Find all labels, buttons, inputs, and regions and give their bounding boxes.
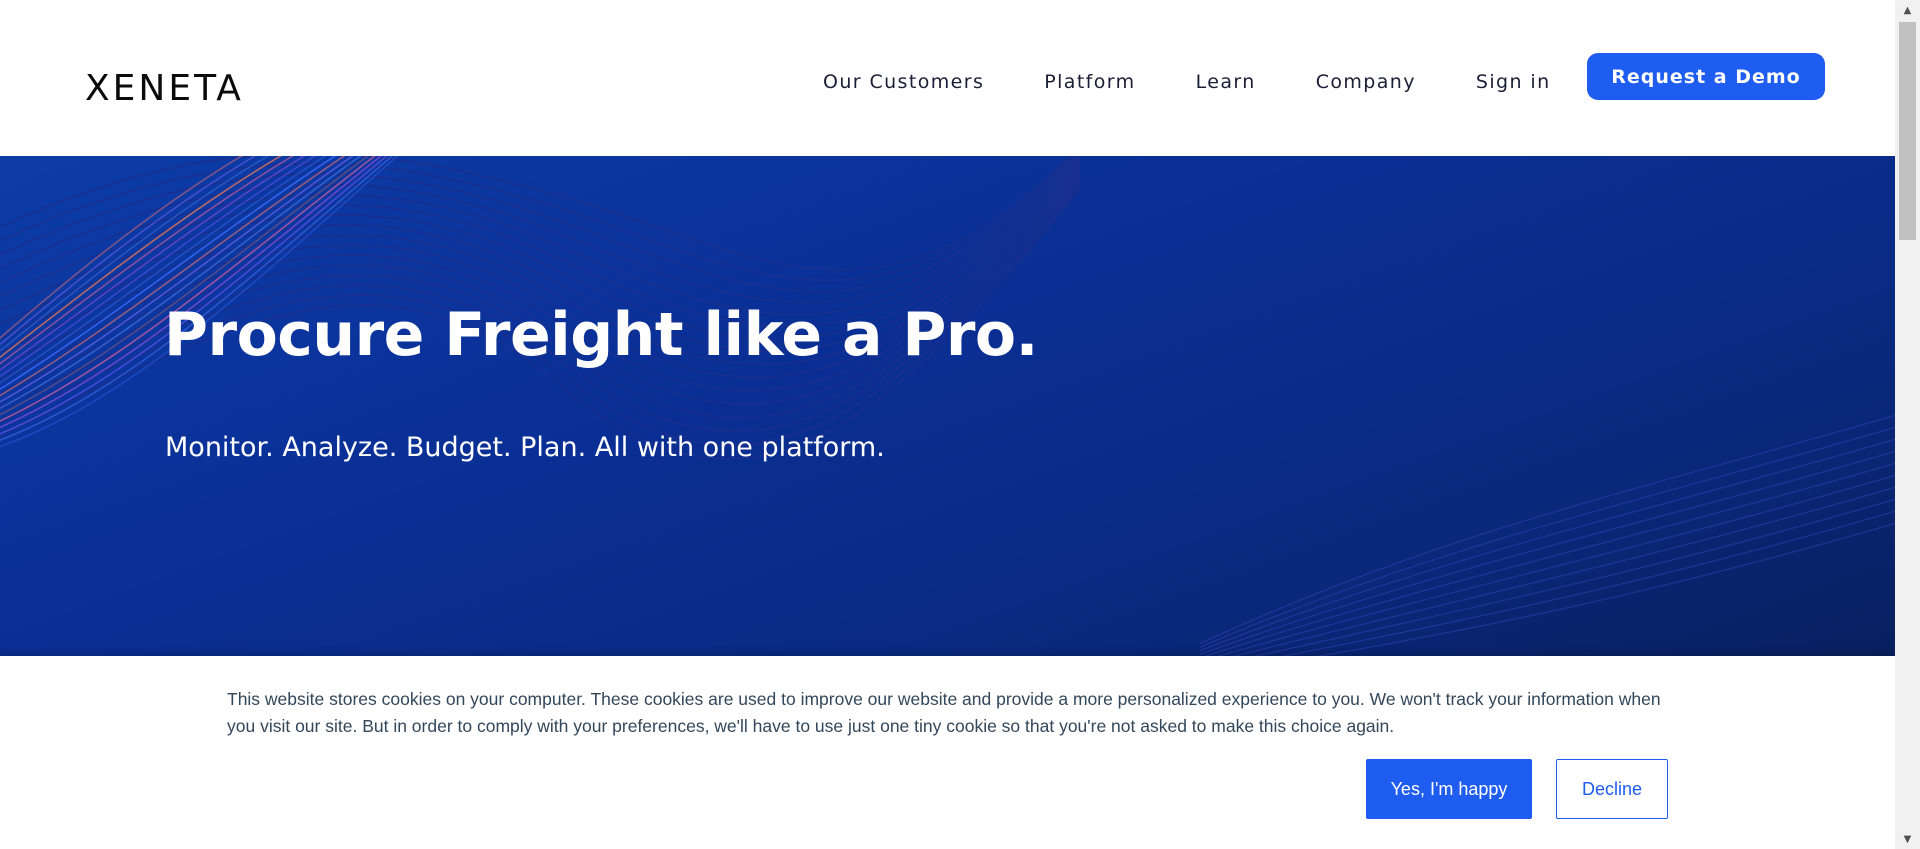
hero-wave-line-faint <box>1199 450 1895 655</box>
hero-wave-line-faint <box>1316 522 1895 656</box>
cookie-banner-text: This website stores cookies on your comp… <box>227 689 1661 736</box>
hero-wave-line <box>0 179 1081 419</box>
hero-wave-line-faint <box>1217 474 1895 656</box>
decline-cookies-button[interactable]: Decline <box>1556 759 1668 819</box>
hero-wave-line <box>0 156 1081 316</box>
hero-wave-lines-decoration <box>0 156 1895 656</box>
nav-item-platform[interactable]: Platform <box>1044 70 1135 94</box>
cookie-banner: This website stores cookies on your comp… <box>0 656 1895 849</box>
hero-wave-line-faint <box>1199 426 1895 648</box>
nav-item-sign-in[interactable]: Sign in <box>1476 70 1551 94</box>
scrollbar-thumb[interactable] <box>1899 22 1916 240</box>
triangle-up-icon[interactable]: ▲ <box>1895 0 1920 20</box>
main-nav: Our Customers Platform Learn Company Sig… <box>823 70 1611 94</box>
hero-wave-line-faint <box>1199 414 1895 645</box>
hero-section: Procure Freight like a Pro. Monitor. Ana… <box>0 156 1895 656</box>
site-header: XENETA Our Customers Platform Learn Comp… <box>0 0 1895 156</box>
triangle-down-icon[interactable]: ▼ <box>1895 829 1920 849</box>
nav-item-learn[interactable]: Learn <box>1196 70 1256 94</box>
hero-title: Procure Freight like a Pro. <box>164 300 1038 370</box>
hero-wave-line-accent <box>0 156 383 429</box>
hero-wave-line <box>0 156 1080 304</box>
hero-wave-line-faint <box>1281 510 1895 656</box>
page-scrollbar[interactable]: ▲ ▼ <box>1895 0 1920 849</box>
accept-cookies-button[interactable]: Yes, I'm happy <box>1366 759 1532 819</box>
page: XENETA Our Customers Platform Learn Comp… <box>0 0 1920 849</box>
hero-subtitle: Monitor. Analyze. Budget. Plan. All with… <box>165 432 885 463</box>
hero-wave-line-faint <box>1204 462 1895 656</box>
nav-item-our-customers[interactable]: Our Customers <box>823 70 984 94</box>
nav-item-company[interactable]: Company <box>1316 70 1416 94</box>
request-demo-button[interactable]: Request a Demo <box>1587 53 1825 100</box>
xeneta-logo[interactable]: XENETA <box>85 71 244 107</box>
